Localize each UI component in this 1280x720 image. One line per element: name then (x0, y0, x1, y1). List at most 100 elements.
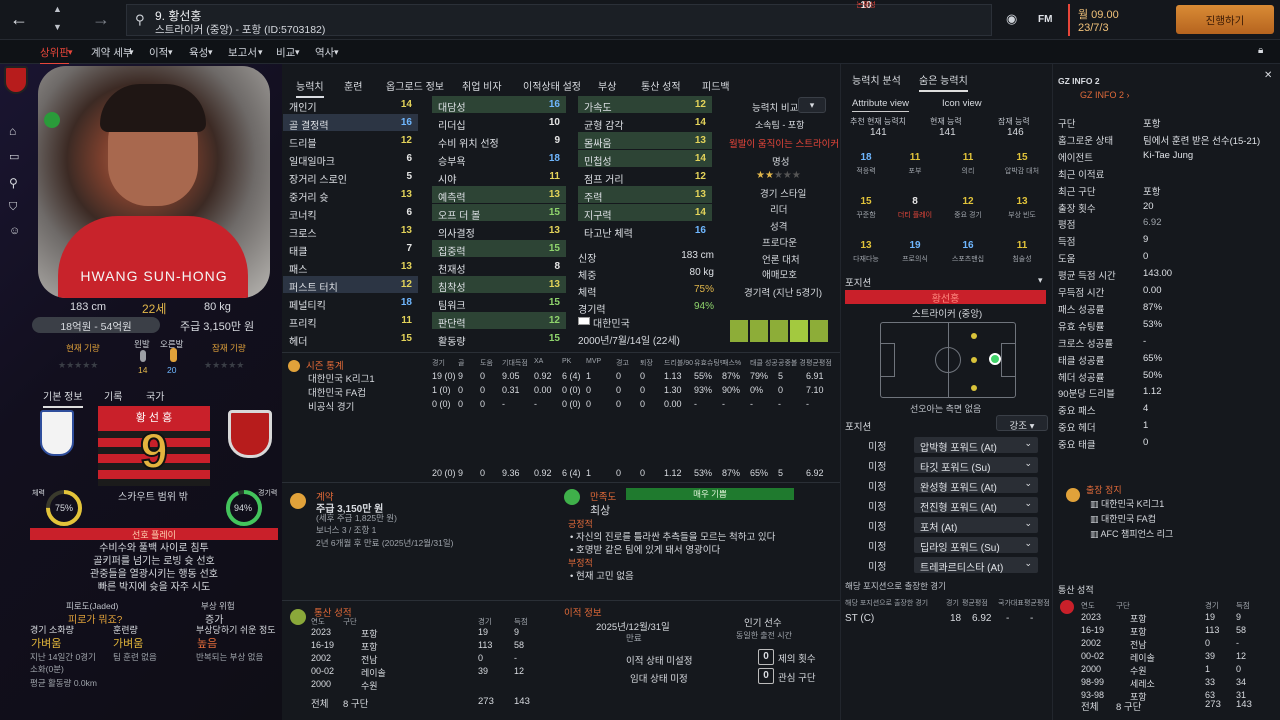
profile-tab-nation[interactable]: 국가 (146, 388, 164, 403)
tab-ability-analysis[interactable]: 능력치 분석 (852, 72, 901, 87)
tab-transfer-status[interactable]: 이적상태 설정 (523, 78, 581, 93)
nav-history[interactable]: 역사 (315, 45, 334, 60)
nav-reports[interactable]: 보고서 (228, 45, 257, 60)
role-dropdown[interactable]: 타깃 포워드 (Su) ⌄ (914, 457, 1038, 474)
close-icon[interactable]: ✕ (1264, 70, 1272, 81)
attribute-row[interactable]: 시야 11 (432, 168, 566, 186)
chevron-up-icon[interactable]: ▲ (53, 4, 62, 14)
attribute-row[interactable]: 가속도 12 (578, 96, 712, 114)
attribute-row[interactable]: 수비 위치 선정 9 (432, 132, 566, 150)
attribute-row[interactable]: 코너킥 6 (283, 204, 418, 222)
tab-training[interactable]: 훈련 (344, 78, 362, 93)
pitch-note: 선오아는 측면 없음 (910, 404, 982, 414)
attribute-row[interactable]: 퍼스트 터치 12 (283, 276, 418, 294)
attribute-row[interactable]: 균형 감각 14 (578, 114, 712, 132)
attribute-row[interactable]: 침착성 13 (432, 276, 566, 294)
attribute-row[interactable]: 장거리 스로인 5 (283, 168, 418, 186)
season-comp[interactable]: 비공식 경기 (308, 399, 354, 413)
hidden-attr-value: 16 (962, 240, 974, 251)
gz-link[interactable]: GZ INFO 2 › (1080, 90, 1130, 100)
nav-transfer[interactable]: 이적 (149, 45, 168, 60)
attribute-row[interactable]: 개인기 14 (283, 96, 418, 114)
gz-career-title: 통산 성적 (1058, 585, 1094, 595)
attribute-row[interactable]: 활동량 15 (432, 330, 566, 348)
attribute-row[interactable]: 몸싸움 13 (578, 132, 712, 150)
position-header-2[interactable]: 포지션 (845, 419, 871, 433)
attribute-row[interactable]: 팀워크 15 (432, 294, 566, 312)
attribute-row[interactable]: 승부욕 18 (432, 150, 566, 168)
back-arrow-icon[interactable]: ← (10, 9, 28, 30)
forward-arrow-icon[interactable]: → (92, 9, 110, 30)
profile-tab-info[interactable]: 기본 정보 (43, 388, 83, 408)
attribute-row[interactable]: 크로스 13 (283, 222, 418, 240)
attribute-row[interactable]: 드리블 12 (283, 132, 418, 150)
people-icon[interactable]: ☺ (9, 225, 20, 237)
attribute-row[interactable]: 예측력 13 (432, 186, 566, 204)
attribute-row[interactable]: 주력 13 (578, 186, 712, 204)
strength-button[interactable]: 강조 ▾ (996, 415, 1048, 432)
attribute-row[interactable]: 오프 더 볼 15 (432, 204, 566, 222)
shield-icon[interactable]: ⛉ (9, 201, 17, 214)
season-comp[interactable]: 대한민국 FA컵 (308, 385, 366, 399)
chevron-down-icon[interactable]: ▾ (1038, 275, 1043, 286)
position-name: 황선홍 (931, 294, 960, 305)
role-dropdown[interactable]: 포처 (At) ⌄ (914, 517, 1038, 534)
globe-icon[interactable]: ◉ (1006, 11, 1017, 27)
nav-overview[interactable]: 상위판 (40, 45, 69, 65)
attribute-row[interactable]: 판단력 12 (432, 312, 566, 330)
attribute-row[interactable]: 타고난 체력 16 (578, 222, 712, 240)
tab-icon-view[interactable]: Icon view (942, 98, 982, 109)
season-title[interactable]: 시즌 통계 (306, 358, 344, 372)
attribute-row[interactable]: 천재성 8 (432, 258, 566, 276)
compare-dropdown[interactable]: ▾ (798, 97, 826, 113)
attribute-row[interactable]: 의사결정 13 (432, 222, 566, 240)
calendar-panel[interactable]: 월 09.00 23/7/3 (1068, 4, 1160, 36)
career-total-cell: 8 구단 (343, 699, 369, 710)
tab-attributes[interactable]: 능력치 (296, 78, 324, 98)
role-dropdown[interactable]: 전진형 포워드 (At) ⌄ (914, 497, 1038, 514)
season-cell: - (750, 399, 753, 409)
attribute-row[interactable]: 헤더 15 (283, 330, 418, 348)
attribute-row[interactable]: 중거리 슛 13 (283, 186, 418, 204)
attribute-row[interactable]: 페널티킥 18 (283, 294, 418, 312)
nav-compare[interactable]: 비교 (276, 45, 295, 60)
season-comp[interactable]: 대한민국 K리그1 (308, 371, 375, 385)
satisfaction-title[interactable]: 만족도 (590, 489, 616, 503)
tab-visa[interactable]: 취업 비자 (462, 78, 502, 93)
fm-label[interactable]: FM (1038, 14, 1052, 25)
attribute-row[interactable]: 점프 거리 12 (578, 168, 712, 186)
tab-career[interactable]: 통산 성적 (641, 78, 681, 93)
attribute-row[interactable]: 민첩성 14 (578, 150, 712, 168)
tab-attribute-view[interactable]: Attribute view (852, 98, 910, 112)
role-dropdown[interactable]: 압박형 포워드 (At) ⌄ (914, 437, 1038, 454)
inbox-icon[interactable]: ▭ (9, 150, 19, 163)
attribute-row[interactable]: 패스 13 (283, 258, 418, 276)
attribute-name: 중거리 슛 (289, 193, 329, 204)
gz-value: 팀에서 훈련 받은 선수(15-21) (1143, 135, 1261, 147)
attribute-row[interactable]: 집중력 15 (432, 240, 566, 258)
search-icon[interactable]: ⚲ (9, 176, 18, 190)
position-dot-main (989, 353, 1001, 365)
attribute-row[interactable]: 프리킥 11 (283, 312, 418, 330)
tab-injury[interactable]: 부상 (598, 78, 616, 93)
role-dropdown[interactable]: 트레콰르티스타 (At) ⌄ (914, 557, 1038, 574)
nav-contract[interactable]: 계약 세부 (91, 45, 133, 60)
home-icon[interactable]: ⌂ (9, 124, 16, 138)
chevron-down-icon[interactable]: ▼ (53, 22, 62, 32)
attribute-row[interactable]: 일대일마크 6 (283, 150, 418, 168)
attribute-row[interactable]: 대담성 16 (432, 96, 566, 114)
attribute-row[interactable]: 골 결정력 16 (283, 114, 418, 132)
attribute-row[interactable]: 지구력 14 (578, 204, 712, 222)
tab-feedback[interactable]: 피드백 (702, 78, 730, 93)
role-dropdown[interactable]: 완성형 포워드 (At) ⌄ (914, 477, 1038, 494)
attribute-row[interactable]: 태클 7 (283, 240, 418, 258)
role-dropdown[interactable]: 딥라잉 포워드 (Su) ⌄ (914, 537, 1038, 554)
profile-tab-record[interactable]: 기록 (104, 388, 122, 403)
tab-hidden-attributes[interactable]: 숨은 능력치 (919, 72, 968, 92)
tab-upgrade[interactable]: 옵그로드 정보 (386, 78, 444, 93)
nav-development[interactable]: 육성 (189, 45, 208, 60)
continue-button[interactable]: 진행하기 (1176, 5, 1274, 34)
gz-key: 득점 (1058, 237, 1076, 249)
attribute-row[interactable]: 리더십 10 (432, 114, 566, 132)
transfer-title[interactable]: 이적 정보 (564, 605, 602, 619)
